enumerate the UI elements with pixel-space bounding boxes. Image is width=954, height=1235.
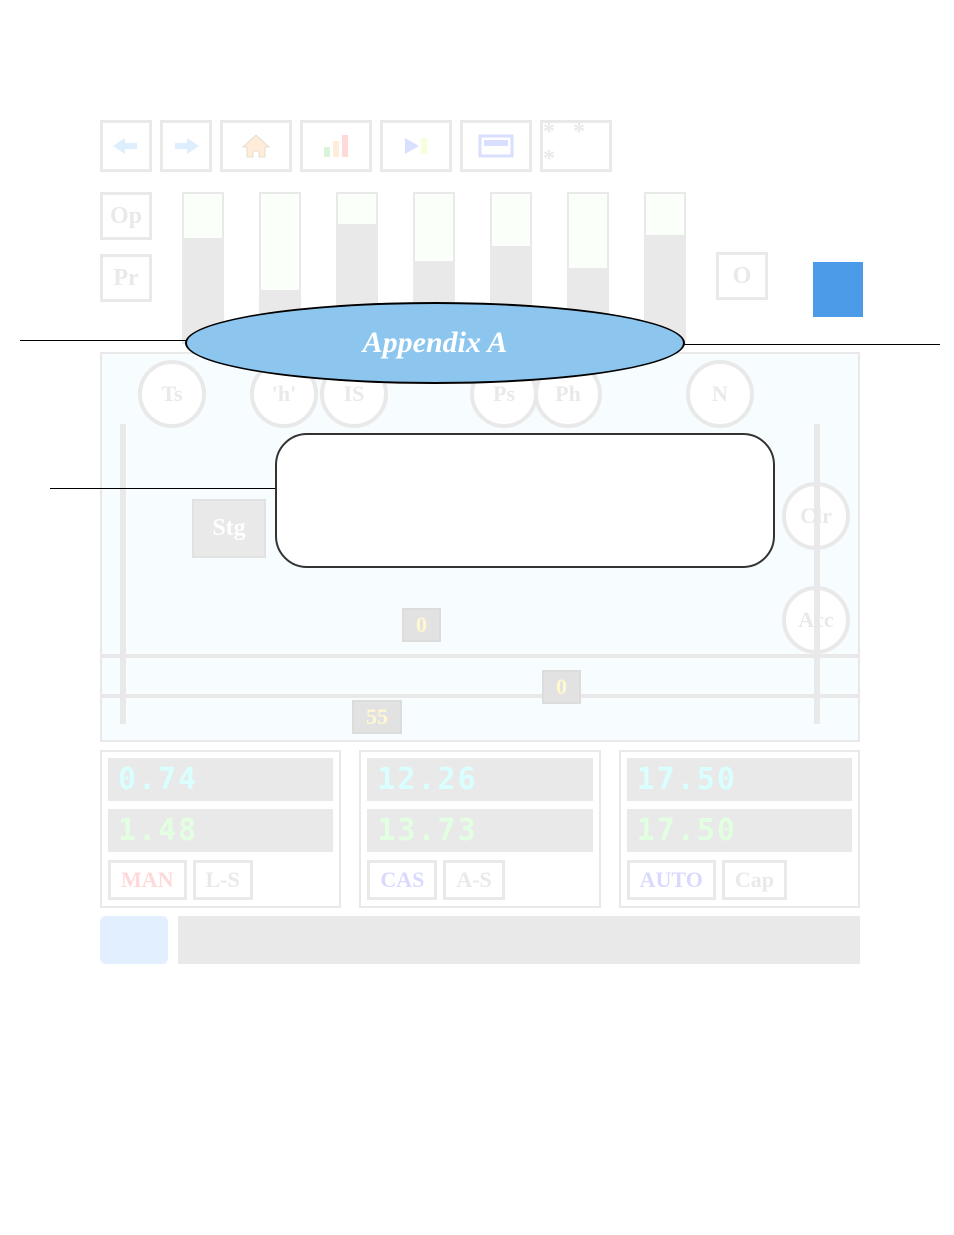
readout-3-bottom: 17.50 [627,809,852,852]
callout-line-middle [50,488,280,489]
readout-1-top: 0.74 [108,758,333,801]
readout-2-bottom: 13.73 [367,809,592,852]
mode-man-button[interactable]: MAN [108,860,187,900]
nav-chart-button[interactable] [300,120,372,172]
nav-play-button[interactable] [380,120,452,172]
nav-row: * * * [100,120,860,172]
nav-forward-button[interactable] [160,120,212,172]
callout-box-blank [275,433,775,568]
readout-3-top: 17.50 [627,758,852,801]
readout-2-top: 12.26 [367,758,592,801]
stg-box: Stg [192,499,266,558]
appendix-a-heading: Appendix A [185,302,685,384]
readout-col-3: 17.50 17.50 AUTO Cap [619,750,860,908]
diagram-value-1: 0 [402,608,441,642]
message-text [178,916,860,964]
mode-auto-button[interactable]: AUTO [627,860,716,900]
readout-col-1: 0.74 1.48 MAN L-S [100,750,341,908]
message-icon [100,916,168,964]
readout-1-bottom: 1.48 [108,809,333,852]
mode-cas-button[interactable]: CAS [367,860,437,900]
nav-home-button[interactable] [220,120,292,172]
readout-panels: 0.74 1.48 MAN L-S 12.26 13.73 CAS A-S 17… [100,750,860,908]
of-button[interactable]: O [716,252,768,300]
ts-label: Ts [138,360,206,428]
nav-display-button[interactable] [460,120,532,172]
op-button[interactable]: Op [100,192,152,240]
message-bar [100,916,860,964]
pr-button[interactable]: Pr [100,254,152,302]
highlight-blue-box [813,262,863,317]
callout-line-top-left [20,340,190,341]
gauge-1 [182,192,224,344]
mode-ls-button[interactable]: L-S [193,860,253,900]
diagram-value-2: 0 [542,670,581,704]
mode-as-button[interactable]: A-S [443,860,504,900]
readout-col-2: 12.26 13.73 CAS A-S [359,750,600,908]
n-label: N [686,360,754,428]
callout-line-top-right [680,344,940,345]
mode-cap-button[interactable]: Cap [722,860,787,900]
nav-back-button[interactable] [100,120,152,172]
diagram-value-3: 55 [352,700,402,734]
nav-menu-button[interactable]: * * * [540,120,612,172]
